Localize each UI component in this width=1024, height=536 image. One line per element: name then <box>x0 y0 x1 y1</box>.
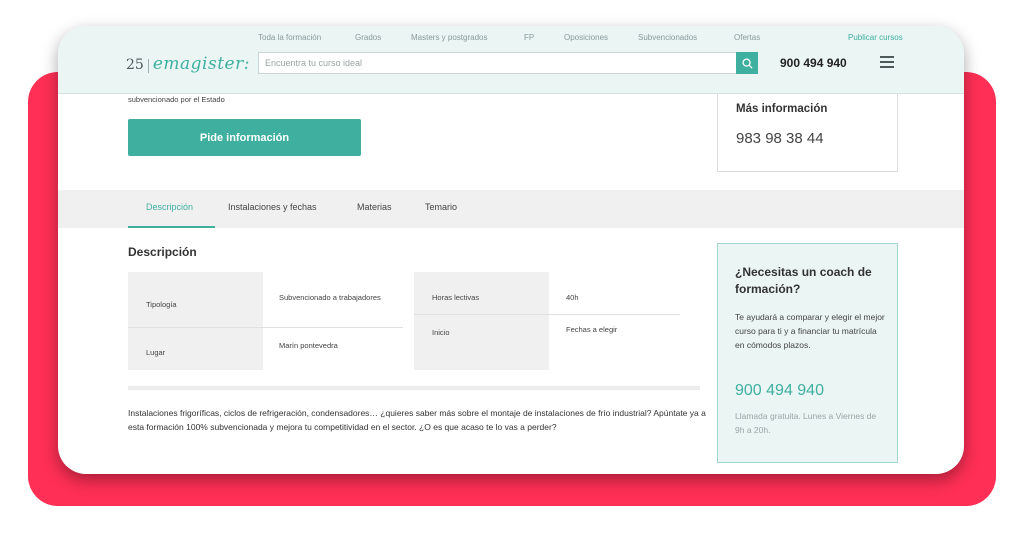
detail-value-inicio: Fechas a elegir <box>566 325 618 334</box>
top-nav: Toda la formación Grados Masters y postg… <box>58 33 964 45</box>
screenshot-stage: Toda la formación Grados Masters y postg… <box>0 0 1024 536</box>
coach-hours-note: Llamada gratuita. Lunes a Viernes de 9h … <box>735 411 877 435</box>
header-phone[interactable]: 900 494 940 <box>780 56 847 70</box>
description-body: Instalaciones frigoríficas, ciclos de re… <box>128 408 706 432</box>
detail-label-horas: Horas lectivas <box>432 293 480 302</box>
coach-title: ¿Necesitas un coach de formación? <box>735 265 872 296</box>
coach-phone[interactable]: 900 494 940 <box>735 382 824 400</box>
search-icon <box>741 57 753 69</box>
logo-wordmark: emagister: <box>152 54 250 74</box>
subsidy-text: subvencionado por el Estado <box>128 95 225 104</box>
more-info-box: Más información 983 98 38 44 <box>717 94 898 172</box>
coach-description: Te ayudará a comparar y elegir el mejor … <box>735 312 885 350</box>
active-tab-indicator <box>128 226 215 228</box>
search-input[interactable] <box>259 53 737 73</box>
more-info-phone[interactable]: 983 98 38 44 <box>736 130 824 147</box>
tab-materias[interactable]: Materias <box>357 202 392 212</box>
detail-label-inicio: Inicio <box>432 328 450 337</box>
publish-courses-link[interactable]: Publicar cursos <box>848 33 903 42</box>
nav-masters[interactable]: Masters y postgrados <box>411 33 487 42</box>
nav-fp[interactable]: FP <box>524 33 534 42</box>
section-divider <box>128 386 700 390</box>
logo-anniversary-number: 25 <box>126 57 144 73</box>
detail-value-lugar: Marín pontevedra <box>279 341 338 350</box>
details-label-column-right <box>414 272 549 370</box>
description-heading: Descripción <box>128 245 197 259</box>
detail-label-tipologia: Tipología <box>146 300 177 309</box>
logo-separator <box>147 59 149 73</box>
search-bar <box>258 52 758 74</box>
nav-ofertas[interactable]: Ofertas <box>734 33 760 42</box>
tab-descripcion[interactable]: Descripción <box>146 202 193 212</box>
emagister-logo[interactable]: 25 emagister: <box>126 54 250 78</box>
hamburger-menu-icon[interactable] <box>880 56 894 68</box>
browser-window: Toda la formación Grados Masters y postg… <box>58 26 964 474</box>
request-info-button[interactable]: Pide información <box>128 119 361 156</box>
site-header: Toda la formación Grados Masters y postg… <box>58 26 964 94</box>
nav-oposiciones[interactable]: Oposiciones <box>564 33 608 42</box>
nav-subvencionados[interactable]: Subvencionados <box>638 33 697 42</box>
nav-toda-formacion[interactable]: Toda la formación <box>258 33 321 42</box>
detail-value-tipologia: Subvencionado a trabajadores <box>279 293 381 302</box>
tab-temario[interactable]: Temario <box>425 202 457 212</box>
more-info-title: Más información <box>736 103 828 115</box>
tab-instalaciones-fechas[interactable]: Instalaciones y fechas <box>228 202 317 212</box>
details-row-divider-right <box>414 314 680 315</box>
course-tabs: Descripción Instalaciones y fechas Mater… <box>58 190 964 228</box>
nav-grados[interactable]: Grados <box>355 33 381 42</box>
coach-box: ¿Necesitas un coach de formación? Te ayu… <box>717 243 898 463</box>
details-row-divider-left <box>128 327 403 328</box>
detail-label-lugar: Lugar <box>146 348 166 357</box>
search-button[interactable] <box>736 52 758 74</box>
detail-value-horas: 40h <box>566 293 579 302</box>
